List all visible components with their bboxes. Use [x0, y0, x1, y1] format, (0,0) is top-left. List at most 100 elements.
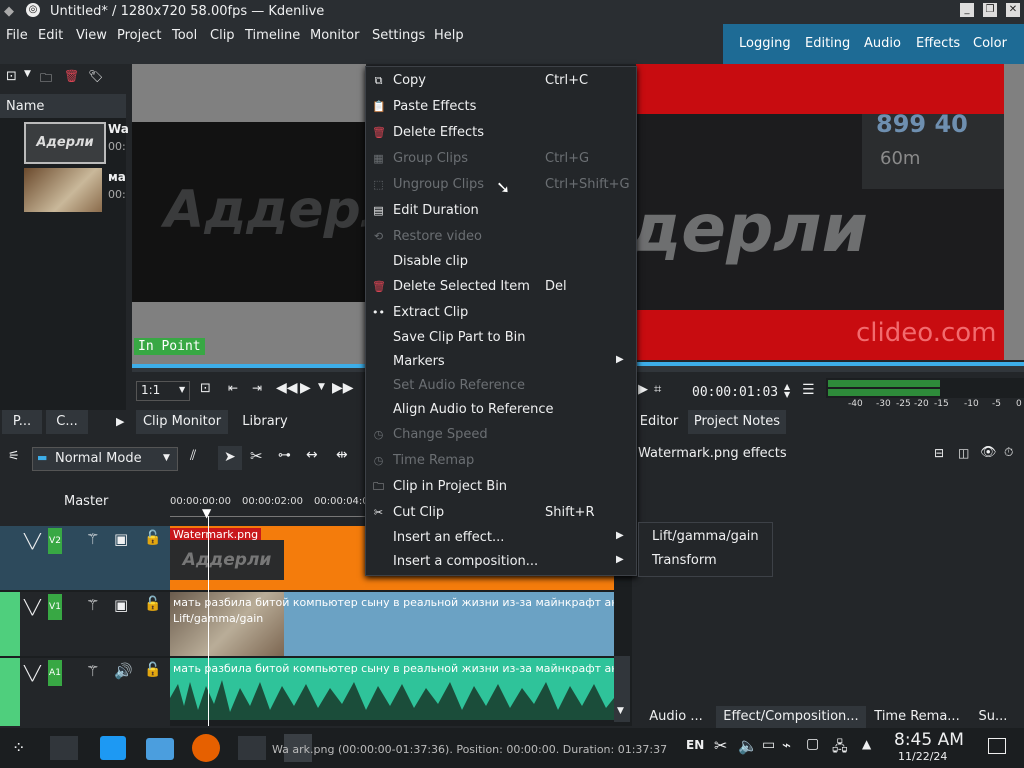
maximize-button[interactable]: ❐: [983, 3, 997, 17]
collapse-icon[interactable]: ╲╱: [24, 600, 41, 616]
menu-item-delete-selected[interactable]: 🗑 Delete Selected Item Del: [366, 275, 636, 299]
menu-clip[interactable]: Clip: [210, 28, 235, 43]
lock-icon[interactable]: 🔓: [144, 662, 161, 678]
keyboard-layout-indicator[interactable]: EN: [686, 738, 704, 752]
edit-mode-select[interactable]: ▬ Normal Mode ▼: [32, 447, 178, 471]
menu-project[interactable]: Project: [117, 28, 161, 43]
workspace-effects[interactable]: Effects: [916, 36, 960, 51]
menu-edit[interactable]: Edit: [38, 28, 63, 43]
menu-item-copy[interactable]: ⧉ Copy Ctrl+C: [366, 69, 636, 93]
scroll-down-icon[interactable]: ▼: [617, 706, 624, 716]
forward-icon[interactable]: ▶▶: [332, 380, 354, 396]
volume-icon[interactable]: 🔈: [738, 736, 758, 755]
tab-compositions[interactable]: C...: [46, 410, 88, 434]
save-effect-icon[interactable]: ⊟: [934, 446, 944, 460]
bin-header[interactable]: Name: [0, 94, 126, 118]
set-in-icon[interactable]: ⇤: [228, 381, 238, 395]
tray-expand-icon[interactable]: ▲: [862, 737, 871, 751]
playhead-icon[interactable]: ▼: [202, 506, 211, 520]
tab-editor[interactable]: Editor: [636, 410, 682, 434]
compare-icon[interactable]: ◫: [958, 446, 969, 460]
menu-monitor[interactable]: Monitor: [310, 28, 359, 43]
menu-item-time-remap[interactable]: ◷ Time Remap: [366, 449, 636, 473]
effect-wand-icon[interactable]: ⚚: [86, 662, 99, 680]
tab-effect-composition[interactable]: Effect/Composition...: [716, 706, 866, 728]
eye-icon[interactable]: 👁: [980, 445, 997, 460]
menu-item-disable-clip[interactable]: Disable clip: [366, 250, 636, 274]
bin-item[interactable]: Адерли Wa 00:: [0, 118, 129, 164]
bin-folder-icon[interactable]: 🗀: [40, 69, 52, 90]
hamburger-icon[interactable]: ☰: [802, 382, 815, 398]
timeline-scrollbar[interactable]: ▼: [614, 656, 630, 722]
project-monitor-ruler[interactable]: [636, 362, 1024, 372]
play-icon[interactable]: ▶: [300, 380, 311, 396]
tab-subtitles[interactable]: Su...: [968, 706, 1018, 728]
menu-item-insert-composition[interactable]: Insert a composition... ▶: [366, 550, 636, 574]
project-monitor-view[interactable]: 899 40 60m дерли clideo.com: [628, 64, 1004, 360]
zoom-select[interactable]: 1:1 ▼: [136, 381, 190, 401]
clip-monitor-ruler[interactable]: [132, 364, 366, 372]
ripple-icon[interactable]: ↔: [306, 447, 318, 463]
clock-time[interactable]: 8:45 AM: [894, 730, 964, 750]
lock-icon[interactable]: 🔓: [144, 530, 161, 546]
track-a1-active-indicator[interactable]: [0, 658, 20, 726]
spacer-tool-icon[interactable]: ⊶: [278, 448, 291, 463]
tab-project-notes[interactable]: Project Notes: [688, 410, 786, 434]
menu-item-save-clip-part[interactable]: Save Clip Part to Bin: [366, 326, 636, 350]
menu-item-clip-in-bin[interactable]: 🗀 Clip in Project Bin: [366, 475, 636, 499]
notifications-icon[interactable]: ▢: [806, 736, 819, 752]
tab-clip-monitor[interactable]: Clip Monitor: [136, 410, 228, 434]
play-dropdown-icon[interactable]: ▼: [318, 382, 325, 392]
close-button[interactable]: ✕: [1006, 3, 1020, 17]
film-icon[interactable]: ▣: [114, 596, 128, 614]
set-out-icon[interactable]: ⇥: [252, 381, 262, 395]
timecode-spinner[interactable]: ▲ ▼: [784, 383, 790, 399]
track-v2-header[interactable]: ╲╱ V2 ⚚ ▣ 🔓: [0, 526, 170, 590]
clock-date[interactable]: 11/22/24: [898, 750, 947, 763]
slip-icon[interactable]: ⇹: [336, 447, 348, 463]
menu-item-align-audio[interactable]: Align Audio to Reference: [366, 398, 636, 422]
workspace-color[interactable]: Color: [973, 36, 1007, 51]
submenu-item-lift-gamma-gain[interactable]: Lift/gamma/gain: [652, 529, 759, 544]
razor-mode-icon[interactable]: ⫽: [190, 448, 196, 464]
effect-wand-icon[interactable]: ⚚: [86, 530, 99, 548]
lock-icon[interactable]: 🔓: [144, 596, 161, 612]
bin-item[interactable]: ма 00:: [0, 166, 126, 212]
scissors-icon[interactable]: ✂: [250, 447, 263, 465]
menu-item-delete-effects[interactable]: 🗑 Delete Effects: [366, 121, 636, 145]
terminal-icon[interactable]: [238, 736, 266, 760]
crop-icon[interactable]: ⌗: [654, 382, 661, 397]
menu-help[interactable]: Help: [434, 28, 464, 43]
network-icon[interactable]: 🖧: [832, 736, 848, 760]
fit-icon[interactable]: ⊡: [200, 381, 211, 396]
app-menu-icon[interactable]: ◆: [4, 4, 14, 19]
rewind-icon[interactable]: ◀◀: [276, 380, 298, 396]
speaker-icon[interactable]: 🔊: [114, 662, 133, 680]
menu-item-set-audio-reference[interactable]: Set Audio Reference: [366, 374, 636, 398]
menu-tool[interactable]: Tool: [172, 28, 197, 43]
software-store-icon[interactable]: [100, 736, 126, 760]
menu-item-paste-effects[interactable]: 📋 Paste Effects: [366, 95, 636, 119]
timer-icon[interactable]: ⏱: [1004, 445, 1013, 460]
clipboard-icon[interactable]: ▭: [762, 737, 775, 753]
tab-scroll-right-icon[interactable]: ▶: [116, 415, 124, 428]
menu-item-extract-clip[interactable]: •• Extract Clip: [366, 301, 636, 325]
menu-item-change-speed[interactable]: ◷ Change Speed: [366, 423, 636, 447]
tab-project-bin[interactable]: P...: [2, 410, 42, 434]
workspace-audio[interactable]: Audio: [864, 36, 901, 51]
collapse-icon[interactable]: ╲╱: [24, 666, 41, 682]
clip-v1[interactable]: мать разбила битой компьютер сыну в реал…: [170, 592, 614, 656]
menu-item-markers[interactable]: Markers ▶: [366, 350, 636, 374]
select-tool-button[interactable]: ➤: [218, 446, 242, 470]
clip-monitor-view[interactable]: Аддерли In Point: [132, 64, 435, 364]
show-desktop-icon[interactable]: [988, 738, 1006, 754]
timecode-display[interactable]: 00:00:01:03: [692, 385, 778, 400]
application-launcher-icon[interactable]: ⁘: [12, 738, 25, 757]
effect-wand-icon[interactable]: ⚚: [86, 596, 99, 614]
menu-item-restore-video[interactable]: ⟲ Restore video: [366, 225, 636, 249]
bin-add-clip-icon[interactable]: ⊡: [6, 69, 17, 84]
menu-item-insert-effect[interactable]: Insert an effect... ▶: [366, 526, 636, 550]
menu-item-group-clips[interactable]: ▦ Group Clips Ctrl+G: [366, 147, 636, 171]
menu-view[interactable]: View: [76, 28, 107, 43]
workspace-editing[interactable]: Editing: [805, 36, 850, 51]
